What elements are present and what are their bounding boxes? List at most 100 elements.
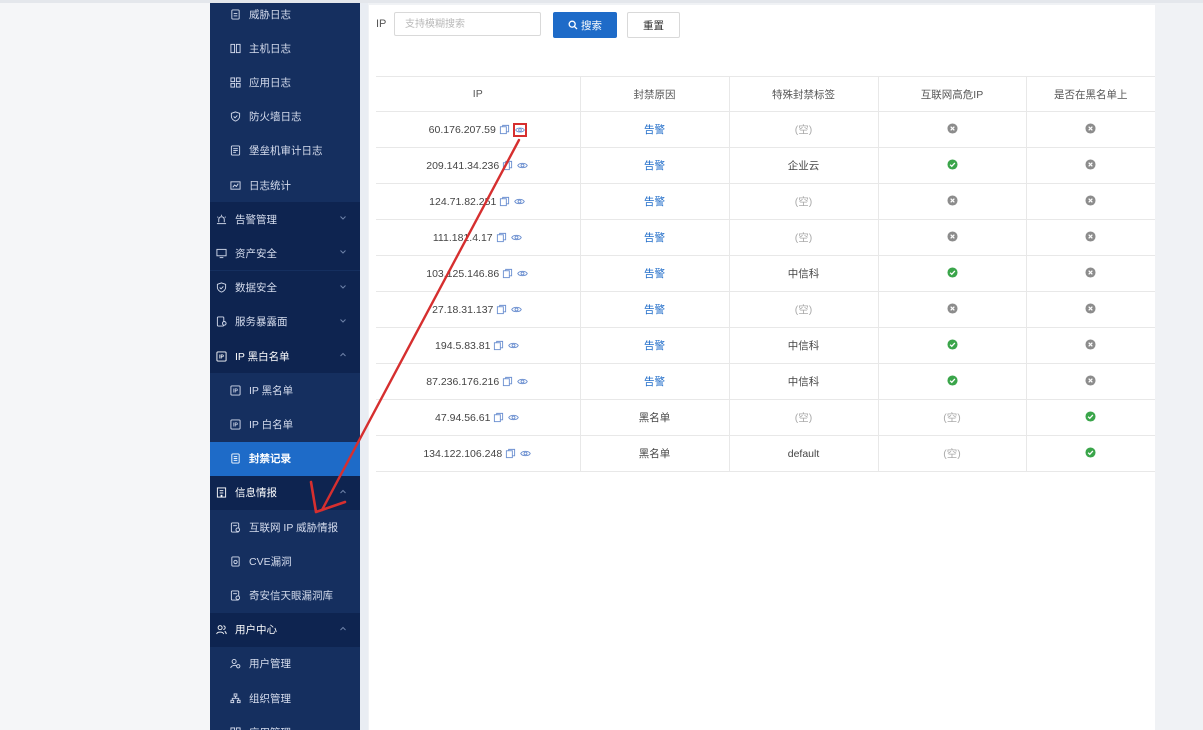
sidebar-item[interactable]: IP IP 黑白名单 — [210, 339, 360, 373]
alarm-icon — [216, 214, 227, 225]
column-header-high-risk[interactable]: 互联网高危IP — [878, 76, 1027, 112]
sidebar-item-label: 日志统计 — [249, 179, 291, 192]
reason-link[interactable]: 告警 — [644, 304, 665, 316]
copy-icon[interactable] — [502, 160, 514, 172]
chevron-up-icon — [338, 350, 348, 360]
high-risk-check-icon — [946, 374, 958, 386]
column-header-tag[interactable]: 特殊封禁标签 — [729, 76, 879, 112]
reason-link[interactable]: 告警 — [644, 196, 665, 208]
eye-icon[interactable] — [508, 340, 520, 352]
reason-link[interactable]: 告警 — [644, 268, 665, 280]
blacklisted-cell — [1026, 399, 1155, 436]
high-risk-cell — [878, 147, 1027, 184]
eye-icon[interactable] — [508, 412, 520, 424]
copy-icon[interactable] — [505, 448, 517, 460]
sidebar-item[interactable]: CVE漏洞 — [210, 544, 360, 579]
copy-icon[interactable] — [499, 124, 511, 136]
search-input[interactable] — [394, 12, 541, 36]
eye-icon[interactable] — [512, 122, 527, 137]
sidebar-item[interactable]: 堡垒机审计日志 — [210, 133, 360, 168]
ip-cell: 47.94.56.61 — [376, 399, 581, 436]
reason-link[interactable]: 告警 — [644, 124, 665, 136]
table-row: 87.236.176.216 告警 中信科 — [376, 363, 1155, 400]
ip-cell: 27.18.31.137 — [376, 291, 581, 328]
sidebar-item[interactable]: 互联网 IP 威胁情报 — [210, 510, 360, 544]
high-risk-cell — [878, 255, 1027, 292]
chevron-up-icon — [338, 624, 348, 634]
reason-link[interactable]: 告警 — [644, 376, 665, 388]
org-icon — [230, 692, 241, 704]
stats-icon — [230, 180, 241, 191]
table-row: 124.71.82.251 告警 (空) — [376, 183, 1155, 220]
copy-icon[interactable] — [496, 232, 508, 244]
eye-icon[interactable] — [511, 304, 523, 316]
sidebar-item[interactable]: 资产安全 — [210, 236, 360, 271]
eye-icon[interactable] — [517, 268, 529, 280]
sidebar-item[interactable]: 告警管理 — [210, 202, 360, 237]
tag-cell: (空) — [729, 111, 879, 148]
eye-icon[interactable] — [510, 232, 523, 244]
sidebar-item[interactable]: 用户中心 — [210, 612, 360, 647]
ip-icon: IP — [230, 385, 241, 396]
reason-text: 黑名单 — [638, 412, 671, 424]
ip-cell: 124.71.82.251 — [376, 183, 581, 220]
reason-link[interactable]: 告警 — [644, 340, 665, 352]
sidebar-item[interactable]: 用户管理 — [210, 646, 360, 681]
blacklisted-cell — [1026, 291, 1155, 328]
reset-button[interactable]: 重置 — [627, 12, 680, 38]
sidebar-item[interactable]: 应用日志 — [210, 65, 360, 100]
tag-cell: 中信科 — [729, 327, 879, 364]
ip-address: 103.125.146.86 — [426, 267, 500, 280]
ip-icon: IP — [230, 419, 241, 430]
ip-address: 134.122.106.248 — [423, 447, 503, 460]
sidebar-item-label: 用户管理 — [249, 658, 291, 671]
high-risk-cell — [878, 327, 1027, 364]
copy-icon[interactable] — [496, 304, 508, 316]
sidebar-item[interactable]: 奇安信天眼漏洞库 — [210, 578, 360, 613]
eye-icon[interactable] — [517, 160, 529, 172]
ip-address: 209.141.34.236 — [426, 159, 500, 172]
high-risk-cross-icon — [946, 230, 958, 242]
sidebar-item[interactable]: 信息情报 — [210, 475, 360, 510]
table-row: 27.18.31.137 告警 (空) — [376, 291, 1155, 328]
sidebar-item[interactable]: 组织管理 — [210, 681, 360, 715]
sidebar-item[interactable]: 日志统计 — [210, 168, 360, 202]
sidebar-item[interactable]: IP IP 黑名单 — [210, 373, 360, 408]
ip-address: 27.18.31.137 — [432, 303, 494, 316]
copy-icon[interactable] — [502, 376, 514, 388]
blacklisted-cross-icon — [1085, 374, 1096, 386]
copy-icon[interactable] — [493, 340, 505, 352]
svg-text:IP: IP — [219, 354, 224, 360]
sidebar-item[interactable]: 防火墙日志 — [210, 99, 360, 134]
high-risk-check-icon — [946, 338, 958, 350]
eye-icon[interactable] — [520, 448, 532, 460]
special-tag: (空) — [794, 232, 813, 244]
intel-icon — [230, 521, 241, 533]
copy-icon[interactable] — [502, 268, 514, 280]
search-button[interactable]: 搜索 — [553, 12, 617, 38]
copy-icon[interactable] — [493, 412, 505, 424]
eye-icon[interactable] — [514, 196, 526, 208]
eye-icon[interactable] — [517, 376, 529, 388]
shield-icon — [216, 282, 227, 293]
sidebar-item[interactable]: IP IP 白名单 — [210, 407, 360, 442]
reason-link[interactable]: 告警 — [644, 160, 665, 172]
sidebar-item[interactable]: 服务暴露面 — [210, 304, 360, 339]
sidebar-item[interactable]: 数据安全 — [210, 270, 360, 305]
sidebar-item[interactable]: 封禁记录 — [210, 441, 360, 476]
column-header-ip[interactable]: IP — [376, 76, 581, 112]
reason-link[interactable]: 告警 — [644, 232, 665, 244]
blacklisted-cross-icon — [1085, 266, 1096, 278]
reason-cell: 告警 — [580, 327, 730, 364]
blacklisted-cross-icon — [1085, 302, 1096, 314]
sidebar-item-label: 信息情报 — [235, 487, 277, 500]
copy-icon[interactable] — [499, 196, 511, 208]
sidebar-item[interactable]: 主机日志 — [210, 31, 360, 66]
sidebar-divider[interactable] — [360, 3, 368, 730]
ip-cell: 60.176.207.59 — [376, 111, 581, 148]
column-header-blacklisted[interactable]: 是否在黑名单上 — [1026, 76, 1155, 112]
column-header-reason[interactable]: 封禁原因 — [580, 76, 730, 112]
sidebar-item[interactable]: 应用管理 — [210, 715, 360, 730]
special-tag: 中信科 — [787, 268, 820, 280]
sidebar-item[interactable]: 威胁日志 — [210, 3, 360, 31]
